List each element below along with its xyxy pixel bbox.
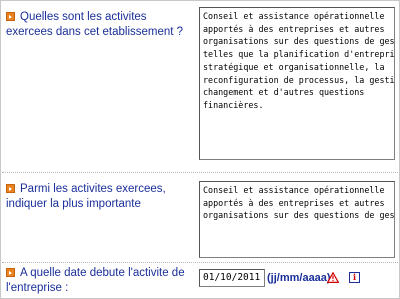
question-activities: Quelles sont les activites exercees dans… <box>6 10 192 40</box>
divider <box>2 262 398 263</box>
info-icon[interactable]: i <box>349 272 360 283</box>
orange-arrow-bullet-icon <box>6 268 15 277</box>
orange-arrow-bullet-icon <box>6 184 15 193</box>
question-activities-label: Quelles sont les activites exercees dans… <box>6 11 184 38</box>
main-activity-textarea[interactable]: Conseil et assistance opérationnelle app… <box>199 181 395 258</box>
orange-arrow-bullet-icon <box>6 12 15 21</box>
question-main-activity-label: Parmi les activites exercees, indiquer l… <box>6 183 166 210</box>
activities-textarea[interactable]: Conseil et assistance opérationnelle app… <box>199 7 395 160</box>
question-main-activity: Parmi les activites exercees, indiquer l… <box>6 182 192 212</box>
date-format-hint: (jj/mm/aaaa) <box>267 272 331 284</box>
question-start-date-label: A quelle date debute l'activite de l'ent… <box>6 267 185 294</box>
warning-triangle-icon[interactable] <box>327 272 339 283</box>
start-date-input[interactable]: 01/10/2011 <box>199 269 265 287</box>
divider <box>2 172 398 173</box>
question-start-date: A quelle date debute l'activite de l'ent… <box>6 266 192 296</box>
